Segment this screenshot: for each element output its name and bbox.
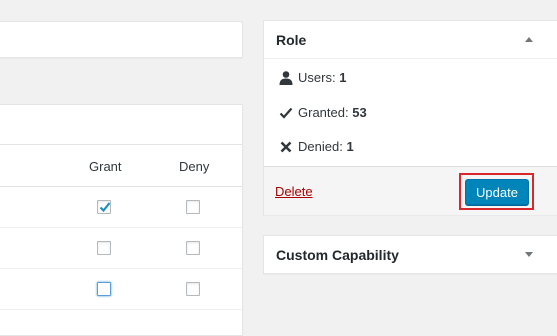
title-input-box[interactable]	[0, 21, 243, 58]
delete-link[interactable]: Delete	[275, 184, 313, 199]
table-row	[0, 269, 242, 310]
users-stat: Users: 1	[278, 70, 346, 86]
expand-arrow-icon[interactable]	[525, 252, 533, 257]
denied-label: Denied:	[298, 139, 343, 154]
capability-table: Grant Deny	[0, 104, 243, 336]
checkmark-icon	[99, 202, 111, 213]
user-icon	[278, 70, 294, 86]
role-box-header[interactable]: Role	[264, 21, 557, 59]
grant-checkbox[interactable]	[97, 241, 111, 255]
collapse-arrow-icon[interactable]	[525, 37, 533, 42]
deny-checkbox[interactable]	[186, 200, 200, 214]
deny-checkbox[interactable]	[186, 282, 200, 296]
grant-column-header: Grant	[89, 159, 122, 174]
custom-capability-title: Custom Capability	[276, 247, 399, 263]
custom-capability-header[interactable]: Custom Capability	[264, 236, 557, 273]
deny-column-header: Deny	[179, 159, 210, 174]
update-button[interactable]: Update	[465, 179, 529, 205]
role-box-title: Role	[276, 32, 307, 48]
column-headers: Grant Deny	[0, 145, 242, 187]
granted-stat: Granted: 53	[278, 105, 367, 121]
role-box-footer: Delete Update	[264, 166, 557, 215]
denied-value: 1	[346, 139, 354, 154]
table-row	[0, 228, 242, 269]
grant-checkbox[interactable]	[97, 282, 111, 296]
granted-value: 53	[352, 105, 367, 120]
table-row	[0, 187, 242, 228]
grant-checkbox[interactable]	[97, 200, 111, 214]
role-box: Role Users: 1 Granted: 53 Denied: 1 Dele…	[263, 20, 557, 215]
x-icon	[278, 139, 294, 155]
table-header-area	[0, 105, 242, 145]
users-label: Users:	[298, 70, 336, 85]
users-value: 1	[339, 70, 347, 85]
deny-checkbox[interactable]	[186, 241, 200, 255]
custom-capability-box: Custom Capability	[263, 235, 557, 274]
granted-label: Granted:	[298, 105, 349, 120]
denied-stat: Denied: 1	[278, 139, 354, 155]
checkmark-icon	[278, 105, 294, 121]
